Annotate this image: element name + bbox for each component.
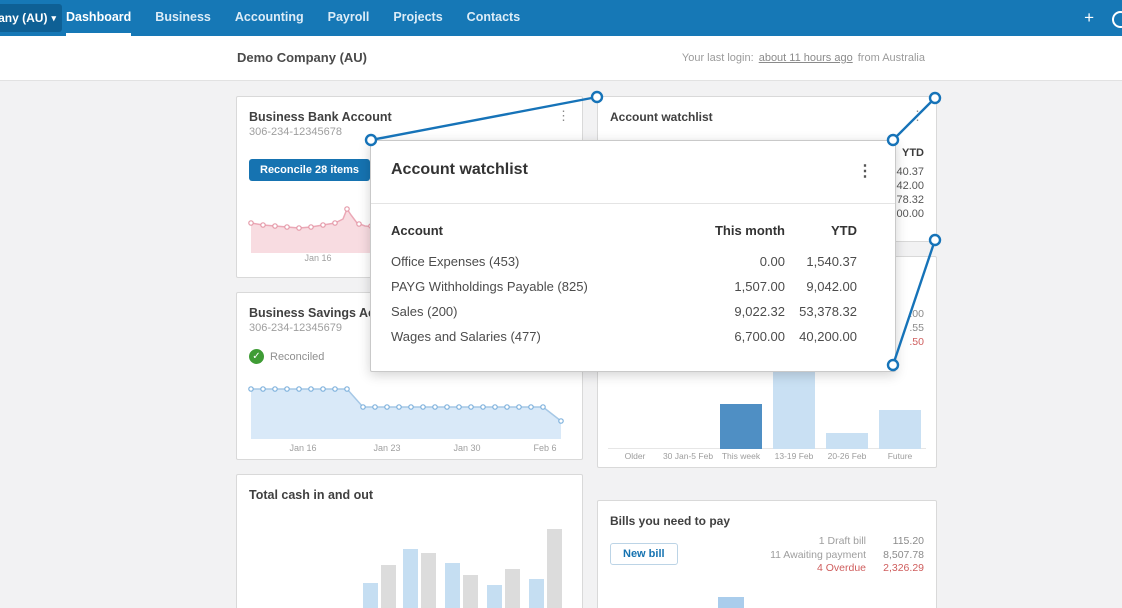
bar	[529, 579, 544, 608]
bar	[463, 575, 478, 608]
bills-rows: 1 Draft bill 115.20 11 Awaiting payment 8,5…	[770, 535, 924, 576]
invoices-rows: .00 .55 .50	[909, 307, 924, 349]
card-title: Bills you need to pay	[610, 514, 731, 528]
nav-item-accounting[interactable]: Accounting	[235, 0, 304, 36]
overflow-menu-icon[interactable]: ⋮	[557, 109, 570, 122]
overflow-menu-icon[interactable]: ⋮	[857, 161, 873, 181]
watchlist-row[interactable]: PAYG Withholdings Payable (825)1,507.009…	[391, 274, 857, 299]
bar	[505, 569, 520, 608]
popup-title: Account watchlist	[391, 161, 528, 178]
xero-dashboard: Demo Company (AU) ▾ Dashboard Business Acc…	[0, 0, 1122, 608]
account-number: 306-234-12345678	[249, 126, 342, 138]
x-axis-label: Jan 30	[453, 443, 481, 453]
invoice-summary-value: .55	[909, 322, 924, 334]
bills-chart-bar	[718, 597, 744, 608]
add-icon[interactable]: +	[1084, 0, 1094, 36]
column-header-ytd: YTD	[831, 223, 857, 238]
bar	[826, 433, 868, 449]
bill-summary-row[interactable]: 11 Awaiting payment 8,507.78	[770, 549, 924, 563]
bar	[879, 410, 921, 449]
savings-sparkline-chart	[248, 386, 564, 439]
last-login-link[interactable]: about 11 hours ago	[759, 52, 853, 64]
invoice-summary-value: .50	[909, 336, 924, 348]
x-axis-label: Jan 16	[304, 253, 332, 263]
last-login: Your last login: about 11 hours ago from…	[682, 36, 925, 80]
total-cash-card: Total cash in and out	[236, 474, 583, 608]
bar	[421, 553, 436, 608]
bar	[487, 585, 502, 608]
watchlist-popup-header: Account This month YTD	[391, 219, 857, 243]
x-axis-label: 13-19 Feb	[774, 451, 814, 461]
nav-item-dashboard[interactable]: Dashboard	[66, 0, 132, 36]
card-title: Total cash in and out	[249, 488, 374, 502]
page-header: Demo Company (AU) Your last login: about…	[0, 36, 1122, 81]
nav-item-payroll[interactable]: Payroll	[328, 0, 370, 36]
bar	[720, 404, 762, 449]
account-watchlist-popup: Account watchlist ⋮ Account This month Y…	[370, 140, 896, 372]
invoice-summary-value: .00	[909, 308, 924, 320]
x-axis-label: Older	[624, 451, 646, 461]
bar	[363, 583, 378, 608]
card-title: Account watchlist	[610, 110, 713, 124]
x-axis-label: Jan 23	[373, 443, 401, 453]
column-header-this-month: This month	[714, 223, 785, 238]
nav-item-contacts[interactable]: Contacts	[467, 0, 520, 36]
check-icon: ✓	[249, 349, 264, 364]
reconciled-label: Reconciled	[270, 350, 325, 363]
divider	[371, 203, 895, 204]
org-switcher[interactable]: Demo Company (AU) ▾	[0, 4, 62, 32]
card-title: Business Bank Account	[249, 110, 392, 124]
new-bill-button[interactable]: New bill	[610, 543, 678, 565]
top-nav: Demo Company (AU) ▾ Dashboard Business Acc…	[0, 0, 1122, 36]
column-header-account: Account	[391, 223, 443, 238]
x-axis-label: This week	[721, 451, 761, 461]
bill-summary-row[interactable]: 4 Overdue 2,326.29	[770, 562, 924, 576]
nav-item-business[interactable]: Business	[155, 0, 211, 36]
org-switcher-label: Demo Company (AU)	[0, 11, 48, 25]
bar	[547, 529, 562, 608]
x-axis-label: 20-26 Feb	[827, 451, 867, 461]
watchlist-popup-table: Account This month YTD Office Expenses (…	[391, 219, 857, 349]
bar	[445, 563, 460, 608]
watchlist-popup-rows: Office Expenses (453) 0.00 1,540.37 PAYG Wi…	[391, 249, 857, 349]
nav-item-projects[interactable]: Projects	[393, 0, 442, 36]
last-login-suffix: from Australia	[857, 52, 925, 64]
bar	[773, 367, 815, 449]
reconcile-button[interactable]: Reconcile 28 items	[249, 159, 371, 181]
bills-card: Bills you need to pay New bill 1 Draft b…	[597, 500, 937, 608]
watchlist-row[interactable]: Sales (200)9,022.3253,378.32	[391, 299, 857, 324]
caret-down-icon: ▾	[51, 12, 56, 23]
nav-items: Dashboard Business Accounting Payroll Projec…	[66, 0, 520, 36]
reconciled-status: ✓ Reconciled	[249, 349, 324, 364]
x-axis-label: Future	[887, 451, 913, 461]
overflow-menu-icon[interactable]: ⋮	[911, 109, 924, 122]
watchlist-row[interactable]: Wages and Salaries (477)6,700.0040,200.0…	[391, 324, 857, 349]
page-title: Demo Company (AU)	[237, 50, 368, 65]
x-axis-label: Feb 6	[533, 443, 557, 453]
bar	[403, 549, 418, 608]
bar	[381, 565, 396, 608]
watchlist-row[interactable]: Office Expenses (453)0.001,540.37	[391, 249, 857, 274]
search-icon[interactable]	[1112, 11, 1122, 28]
x-axis-label: Jan 16	[289, 443, 317, 453]
x-axis-label: 30 Jan-5 Feb	[662, 451, 714, 461]
bill-summary-row[interactable]: 1 Draft bill 115.20	[770, 535, 924, 549]
last-login-prefix: Your last login:	[681, 52, 754, 64]
